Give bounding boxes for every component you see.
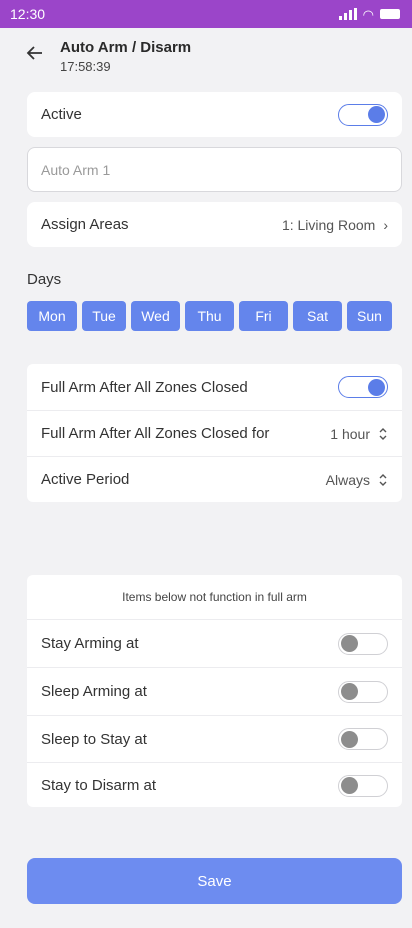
- schedule-name-input[interactable]: Auto Arm 1: [27, 147, 402, 192]
- full-arm-closed-label: Full Arm After All Zones Closed: [41, 378, 248, 396]
- assign-areas-card[interactable]: Assign Areas 1: Living Room ›: [27, 202, 402, 247]
- wifi-icon: ◠: [362, 6, 374, 22]
- active-card: Active: [27, 92, 402, 137]
- page-subtitle: 17:58:39: [60, 59, 111, 74]
- save-button[interactable]: Save: [27, 858, 402, 904]
- arm-settings-card: Full Arm After All Zones Closed Full Arm…: [27, 364, 402, 502]
- sleep-arming-label: Sleep Arming at: [41, 683, 147, 700]
- page-title: Auto Arm / Disarm: [60, 39, 192, 56]
- schedule-name-placeholder: Auto Arm 1: [41, 161, 111, 178]
- assign-areas-row[interactable]: Assign Areas 1: Living Room ›: [27, 202, 402, 247]
- status-icons: ◠: [338, 6, 400, 22]
- active-toggle[interactable]: [338, 103, 388, 126]
- full-arm-closed-for-label: Full Arm After All Zones Closed for: [41, 425, 270, 442]
- stay-to-disarm-toggle[interactable]: [338, 774, 388, 797]
- days-label: Days: [27, 271, 62, 288]
- day-mon[interactable]: Mon: [27, 301, 77, 331]
- header: Auto Arm / Disarm 17:58:39: [0, 28, 412, 83]
- schedule-card: Items below not function in full arm Sta…: [27, 575, 402, 807]
- sleep-arming-toggle[interactable]: [338, 680, 388, 703]
- back-arrow-icon[interactable]: [26, 44, 48, 66]
- stay-arming-row: Stay Arming at: [27, 620, 402, 667]
- sleep-to-stay-label: Sleep to Stay at: [41, 730, 147, 748]
- status-bar: 12:30 ◠: [0, 0, 412, 28]
- day-wed[interactable]: Wed: [131, 301, 180, 331]
- active-period-label: Active Period: [41, 471, 130, 488]
- battery-icon: [380, 9, 400, 19]
- full-arm-closed-for-value: 1 hour: [330, 425, 370, 442]
- assign-areas-value: 1: Living Room: [281, 216, 376, 233]
- active-label: Active: [41, 106, 82, 123]
- day-sun[interactable]: Sun: [347, 301, 392, 331]
- sleep-arming-row: Sleep Arming at: [27, 668, 402, 715]
- signal-icon: [338, 8, 357, 20]
- days-selector: Mon Tue Wed Thu Fri Sat Sun: [27, 301, 392, 331]
- sleep-to-stay-toggle[interactable]: [338, 728, 388, 750]
- stay-to-disarm-row: Stay to Disarm at: [27, 763, 402, 808]
- stay-arming-label: Stay Arming at: [41, 635, 139, 652]
- stay-arming-toggle[interactable]: [338, 632, 388, 655]
- chevron-right-icon: ›: [383, 216, 388, 233]
- full-arm-closed-row: Full Arm After All Zones Closed: [27, 364, 402, 410]
- status-time: 12:30: [10, 6, 46, 22]
- full-arm-closed-for-row[interactable]: Full Arm After All Zones Closed for 1 ho…: [27, 411, 402, 456]
- full-arm-closed-toggle[interactable]: [338, 376, 388, 398]
- active-row: Active: [27, 92, 402, 137]
- day-tue[interactable]: Tue: [82, 301, 126, 331]
- schedule-note: Items below not function in full arm: [122, 590, 307, 604]
- day-thu[interactable]: Thu: [185, 301, 234, 331]
- sleep-to-stay-row: Sleep to Stay at: [27, 716, 402, 762]
- day-fri[interactable]: Fri: [239, 301, 288, 331]
- updown-icon: [378, 427, 388, 441]
- active-period-value: Always: [325, 471, 370, 488]
- active-period-row[interactable]: Active Period Always: [27, 457, 402, 502]
- assign-areas-label: Assign Areas: [41, 216, 129, 233]
- updown-icon: [378, 473, 388, 487]
- day-sat[interactable]: Sat: [293, 301, 342, 331]
- stay-to-disarm-label: Stay to Disarm at: [41, 777, 157, 794]
